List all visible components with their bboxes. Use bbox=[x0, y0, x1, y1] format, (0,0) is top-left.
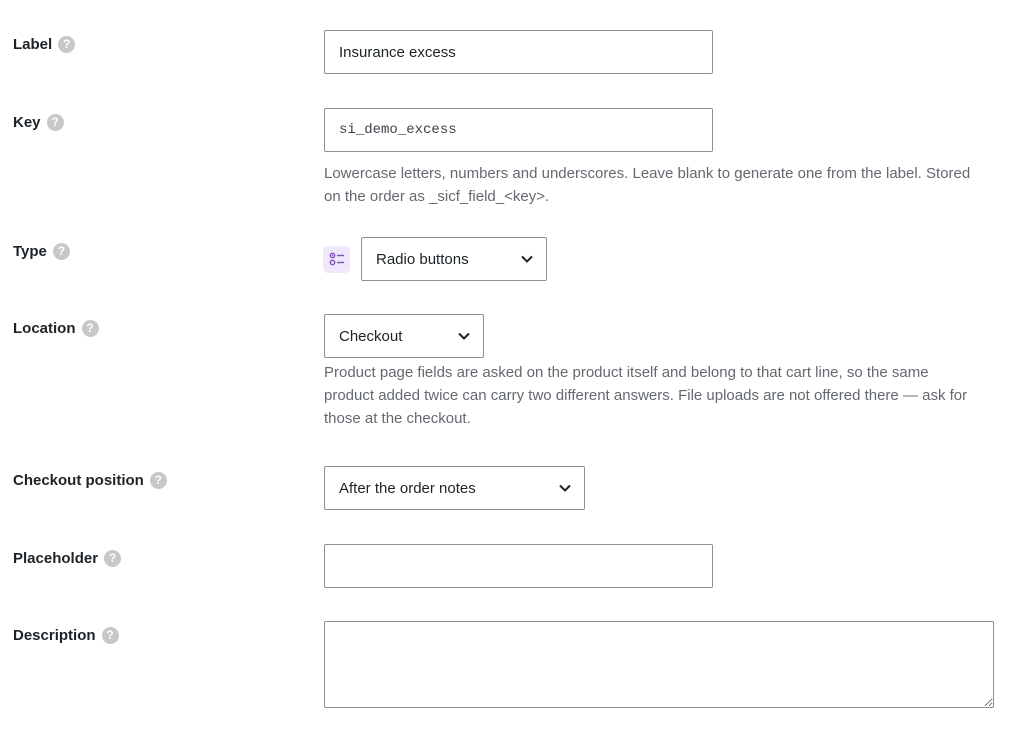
type-select[interactable]: Radio buttons bbox=[361, 237, 547, 281]
location-title: Location ? bbox=[13, 314, 99, 342]
key-field: Lowercase letters, numbers and underscor… bbox=[324, 108, 996, 208]
checkout-position-select[interactable]: After the order notes bbox=[324, 466, 585, 510]
checkout-position-select-value: After the order notes bbox=[339, 479, 476, 497]
checkout-position-field: After the order notes bbox=[324, 466, 585, 510]
type-help-icon[interactable]: ? bbox=[52, 242, 70, 260]
chevron-down-icon bbox=[558, 481, 572, 495]
key-title-text: Key bbox=[13, 113, 41, 131]
description-textarea[interactable] bbox=[324, 621, 994, 708]
checkout-position-help-icon[interactable]: ? bbox=[149, 471, 167, 489]
label-title-text: Label bbox=[13, 35, 53, 53]
radio-list-icon bbox=[323, 245, 350, 273]
key-help-icon[interactable]: ? bbox=[46, 113, 64, 131]
chevron-down-icon bbox=[457, 329, 471, 343]
label-help-icon[interactable]: ? bbox=[58, 35, 76, 53]
placeholder-input[interactable] bbox=[324, 544, 713, 588]
type-field: Radio buttons bbox=[323, 237, 547, 281]
description-title: Description ? bbox=[13, 621, 119, 649]
location-help-line-1: Product page fields are asked on the pro… bbox=[324, 364, 929, 381]
location-select[interactable]: Checkout bbox=[324, 314, 484, 358]
description-help-icon[interactable]: ? bbox=[101, 626, 119, 644]
key-input[interactable] bbox=[324, 108, 713, 152]
description-field bbox=[324, 621, 994, 708]
location-help-line-2: product added twice can carry two differ… bbox=[324, 387, 968, 404]
key-help-text: Lowercase letters, numbers and underscor… bbox=[324, 162, 996, 208]
description-title-text: Description bbox=[13, 626, 96, 644]
label-title: Label ? bbox=[13, 30, 76, 58]
checkout-position-title: Checkout position ? bbox=[13, 466, 167, 494]
checkout-position-title-text: Checkout position bbox=[13, 471, 144, 489]
label-field bbox=[324, 30, 713, 74]
type-select-value: Radio buttons bbox=[376, 250, 469, 268]
location-field: Checkout Product page fields are asked o… bbox=[324, 314, 996, 430]
placeholder-help-icon[interactable]: ? bbox=[104, 549, 122, 567]
location-help-icon[interactable]: ? bbox=[81, 319, 99, 337]
placeholder-title-text: Placeholder bbox=[13, 549, 99, 567]
type-title: Type ? bbox=[13, 237, 70, 265]
placeholder-title: Placeholder ? bbox=[13, 544, 122, 572]
location-select-value: Checkout bbox=[339, 327, 403, 345]
key-title: Key ? bbox=[13, 108, 64, 136]
location-help-text: Product page fields are asked on the pro… bbox=[324, 361, 996, 430]
location-title-text: Location bbox=[13, 319, 76, 337]
type-title-text: Type bbox=[13, 242, 47, 260]
placeholder-field bbox=[324, 544, 713, 588]
key-help-line-2: on the order as _sicf_field_<key>. bbox=[324, 188, 550, 205]
location-help-line-3: those at the checkout. bbox=[324, 410, 471, 427]
label-input[interactable] bbox=[324, 30, 713, 74]
key-help-line-1: Lowercase letters, numbers and underscor… bbox=[324, 165, 971, 182]
chevron-down-icon bbox=[520, 252, 534, 266]
